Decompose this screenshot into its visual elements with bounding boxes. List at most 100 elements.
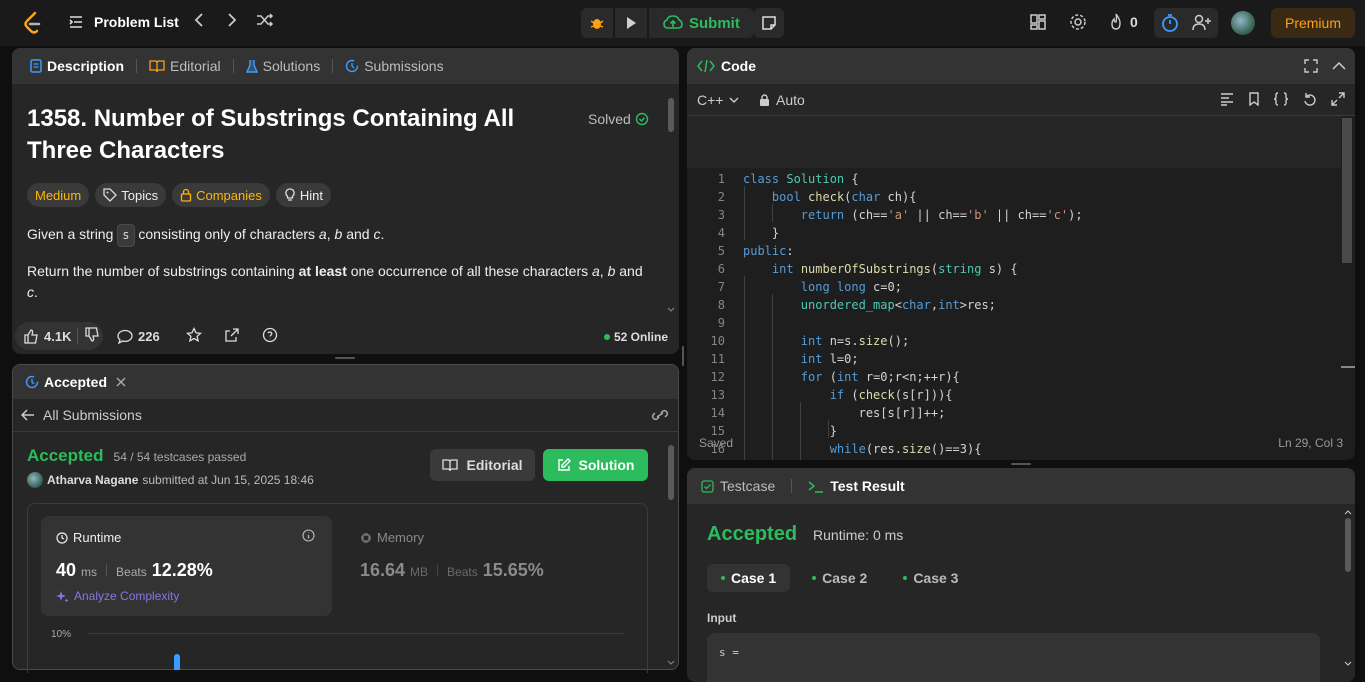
memory-unit: MB <box>410 565 429 579</box>
tab-description-label: Description <box>47 58 125 74</box>
memory-stats: 16.64 MB Beats 15.65% <box>360 560 544 581</box>
p2-char-b: b <box>607 263 616 279</box>
tab-accepted-label: Accepted <box>44 374 108 390</box>
user-avatar[interactable] <box>1231 11 1255 35</box>
companies-tag[interactable]: Companies <box>172 183 270 207</box>
auto-mode[interactable]: Auto <box>759 92 805 108</box>
run-button[interactable] <box>615 8 647 38</box>
tab-description[interactable]: Description <box>24 58 130 74</box>
checkbox-icon <box>701 479 714 493</box>
help-circle-icon[interactable] <box>262 327 278 346</box>
format-icon[interactable] <box>1220 92 1234 106</box>
memory-card[interactable]: Memory <box>360 530 424 545</box>
like-dislike-group: 4.1K <box>15 322 103 350</box>
language-select[interactable]: C++ <box>697 92 739 108</box>
editorial-button[interactable]: Editorial <box>430 449 535 481</box>
problem-list-button[interactable]: Problem List <box>68 14 179 30</box>
link-icon[interactable] <box>651 407 669 423</box>
list-icon <box>69 16 82 28</box>
scroll-down-icon[interactable] <box>1344 660 1352 668</box>
leetcode-logo-icon[interactable] <box>20 10 46 36</box>
code-editor[interactable]: 1 2 3 4 5 6 7 8 9 10 11 12 13 14 15 16 class Solution {… <box>687 168 1355 460</box>
topics-tag[interactable]: Topics <box>95 183 167 207</box>
memory-value: 16.64 <box>360 560 406 580</box>
line-number: 9 <box>717 316 725 330</box>
expand-icon[interactable] <box>1331 92 1345 106</box>
share-icon[interactable] <box>224 327 240 346</box>
submission-scrollbar[interactable] <box>668 445 674 500</box>
horizontal-resize-handle[interactable] <box>1011 463 1031 465</box>
like-button[interactable]: 4.1K <box>15 329 77 344</box>
chart-bar-current[interactable] <box>174 654 180 670</box>
tab-submissions-label: Submissions <box>364 58 444 74</box>
settings-gear-icon[interactable] <box>1069 13 1087 34</box>
line-number: 11 <box>710 352 725 366</box>
p1-text: Given a string <box>27 226 114 242</box>
tab-accepted[interactable]: Accepted <box>25 374 132 390</box>
p1-char-a: a <box>318 226 327 242</box>
favorite-star-icon[interactable] <box>185 326 202 346</box>
online-label: 52 Online <box>614 330 669 344</box>
info-icon[interactable] <box>302 529 315 542</box>
comment-count: 226 <box>138 328 160 344</box>
close-icon[interactable] <box>116 377 126 387</box>
braces-icon[interactable] <box>1273 92 1289 106</box>
code-line: int n=s.size(); <box>800 334 910 348</box>
code-line: } <box>743 226 780 240</box>
tab-divider <box>136 59 138 73</box>
difficulty-tag[interactable]: Medium <box>27 183 90 207</box>
code-header: Code <box>687 48 1355 84</box>
streak-count: 0 <box>1130 14 1138 30</box>
next-problem-icon[interactable] <box>226 12 238 33</box>
solution-button[interactable]: Solution <box>543 449 648 481</box>
analyze-complexity-link[interactable]: Analyze Complexity <box>56 589 179 603</box>
solved-status: Solved <box>588 111 649 127</box>
add-friend-icon[interactable] <box>1192 14 1212 35</box>
code-title: Code <box>721 58 756 74</box>
scroll-down-icon[interactable] <box>667 306 675 314</box>
bookmark-icon[interactable] <box>1248 92 1260 106</box>
tab-testcase[interactable]: Testcase <box>699 478 781 494</box>
code-line: unordered_map<char,int>res; <box>800 298 996 312</box>
runtime-card[interactable]: Runtime 40 ms Beats 12.28% Analyze Compl… <box>41 516 332 616</box>
fullscreen-icon[interactable] <box>1304 59 1318 73</box>
problem-actions: 4.1K 226 <box>15 322 278 350</box>
layout-icon[interactable] <box>1029 13 1047 34</box>
collapse-icon[interactable] <box>1332 61 1346 71</box>
code-line: } <box>743 424 837 438</box>
notes-button[interactable] <box>754 8 784 38</box>
debug-button[interactable] <box>581 8 613 38</box>
scroll-down-icon[interactable] <box>667 659 675 667</box>
arrow-left-icon <box>21 409 34 421</box>
description-scrollbar[interactable] <box>668 98 674 132</box>
timer-icon[interactable] <box>1161 13 1179 36</box>
submitter-avatar[interactable] <box>27 472 43 488</box>
submit-button[interactable]: Submit <box>649 8 754 38</box>
vertical-resize-handle[interactable] <box>682 346 684 366</box>
tab-test-result[interactable]: Test Result <box>802 478 910 494</box>
tab-solutions[interactable]: Solutions <box>240 58 327 74</box>
dislike-button[interactable] <box>78 327 100 345</box>
shuffle-icon[interactable] <box>256 12 274 33</box>
scroll-up-icon[interactable] <box>1344 508 1352 516</box>
case-tab-2[interactable]: Case 2 <box>798 564 881 592</box>
reset-icon[interactable] <box>1303 92 1317 106</box>
horizontal-resize-handle[interactable] <box>335 357 355 359</box>
case-tab-3[interactable]: Case 3 <box>889 564 972 592</box>
tab-testcase-label: Testcase <box>720 478 776 494</box>
editor-scrollbar[interactable] <box>1342 118 1352 263</box>
tab-editorial[interactable]: Editorial <box>143 58 227 74</box>
tab-submissions[interactable]: Submissions <box>339 58 449 74</box>
all-submissions-bar[interactable]: All Submissions <box>13 399 678 432</box>
premium-button[interactable]: Premium <box>1271 8 1355 38</box>
case-tab-1[interactable]: Case 1 <box>707 564 791 592</box>
hint-tag[interactable]: Hint <box>275 183 331 207</box>
comments-button[interactable]: 226 <box>117 329 160 344</box>
prev-problem-icon[interactable] <box>193 12 205 33</box>
p2-and: and <box>619 263 643 279</box>
tab-test-result-label: Test Result <box>830 478 905 494</box>
submitter-name[interactable]: Atharva Nagane <box>47 473 138 487</box>
result-status: Accepted <box>27 446 104 465</box>
streak-counter[interactable]: 0 <box>1108 13 1138 31</box>
test-scrollbar[interactable] <box>1345 518 1351 572</box>
